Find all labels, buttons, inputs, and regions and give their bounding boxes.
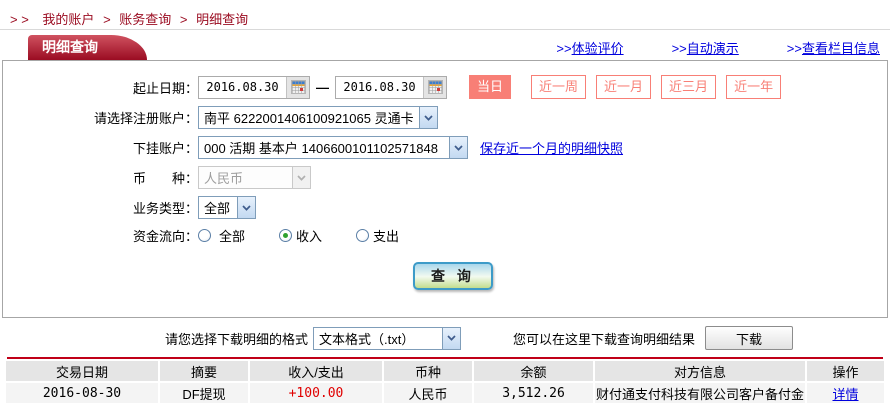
quick-range-today-button[interactable]: 当日	[469, 75, 511, 99]
dropdown-arrow-icon	[449, 137, 467, 158]
sub-account-select[interactable]: 000 活期 基本户 1406600101102571848	[198, 136, 468, 159]
download-row: 请您选择下载明细的格式 文本格式（.txt） 您可以在这里下载查询明细结果 下载	[0, 325, 890, 351]
link-view-column-info[interactable]: >>查看栏目信息	[787, 38, 880, 57]
breadcrumb-arrows: > >	[10, 12, 29, 27]
cell-counterparty: 财付通支付科技有限公司客户备付金	[595, 383, 805, 403]
column-header-balance: 余额	[474, 361, 593, 381]
currency-select: 人民币	[198, 166, 311, 189]
fund-flow-radio-all[interactable]: 全部	[198, 226, 245, 245]
radio-icon	[198, 229, 211, 242]
breadcrumb-item-detail-query[interactable]: 明细查询	[196, 12, 248, 27]
tab-detail-query[interactable]: 明细查询	[28, 35, 112, 60]
fund-flow-label: 资金流向：	[3, 226, 198, 245]
start-date-input[interactable]: 2016.08.30	[198, 76, 310, 99]
cell-currency: 人民币	[384, 383, 472, 403]
date-range-row: 起止日期： 2016.08.30 — 2016.08.30 当日 近一周 近一月…	[3, 75, 887, 99]
start-date-calendar-button[interactable]	[286, 77, 309, 98]
registered-account-select[interactable]: 南平 6222001406100921065 灵通卡	[198, 106, 438, 129]
dropdown-arrow-icon	[237, 197, 255, 218]
currency-row: 币 种： 人民币	[3, 166, 887, 189]
end-date-input[interactable]: 2016.08.30	[335, 76, 447, 99]
link-experience-review[interactable]: >>体验评价	[556, 38, 623, 57]
column-header-date: 交易日期	[6, 361, 158, 381]
dropdown-arrow-icon	[292, 167, 310, 188]
business-type-row: 业务类型： 全部	[3, 196, 887, 219]
column-header-action: 操作	[807, 361, 884, 381]
download-hint: 您可以在这里下载查询明细结果	[513, 329, 695, 348]
registered-account-row: 请选择注册账户： 南平 6222001406100921065 灵通卡	[3, 106, 887, 129]
download-format-select[interactable]: 文本格式（.txt）	[313, 327, 461, 350]
link-auto-demo[interactable]: >>自动演示	[672, 38, 739, 57]
column-header-amount: 收入/支出	[250, 361, 382, 381]
radio-checked-icon	[279, 229, 292, 242]
sub-account-row: 下挂账户： 000 活期 基本户 1406600101102571848 保存近…	[3, 136, 887, 159]
breadcrumb-separator: >	[180, 12, 188, 27]
download-format-label: 请您选择下载明细的格式	[165, 329, 308, 348]
query-button-row: 查 询	[3, 262, 887, 290]
cell-date: 2016-08-30	[6, 383, 158, 403]
download-button[interactable]: 下载	[705, 326, 793, 350]
fund-flow-radio-expense[interactable]: 支出	[356, 226, 399, 245]
radio-icon	[356, 229, 369, 242]
column-header-summary: 摘要	[160, 361, 248, 381]
cell-summary: DF提现	[160, 383, 248, 403]
breadcrumb: > > 我的账户 > 账务查询 > 明细查询	[0, 0, 890, 30]
breadcrumb-item-account-query[interactable]: 账务查询	[119, 12, 171, 27]
column-header-counterparty: 对方信息	[595, 361, 805, 381]
registered-account-label: 请选择注册账户：	[3, 108, 198, 127]
quick-range-week-button[interactable]: 近一周	[531, 75, 586, 99]
header-links: >>体验评价 >>自动演示 >>查看栏目信息	[556, 38, 880, 57]
table-row: 2016-08-30 DF提现 +100.00 人民币 3,512.26 财付通…	[6, 383, 884, 403]
quick-range-month-button[interactable]: 近一月	[596, 75, 651, 99]
transactions-table: 交易日期 摘要 收入/支出 币种 余额 对方信息 操作 2016-08-30 D…	[4, 359, 886, 405]
query-form-panel: 起止日期： 2016.08.30 — 2016.08.30 当日 近一周 近一月…	[2, 60, 888, 318]
end-date-calendar-button[interactable]	[423, 77, 446, 98]
column-header-currency: 币种	[384, 361, 472, 381]
detail-link[interactable]: 详情	[832, 387, 858, 402]
calendar-icon	[428, 80, 443, 94]
business-type-label: 业务类型：	[3, 198, 198, 217]
fund-flow-radio-group: 全部 收入 支出	[198, 226, 399, 245]
breadcrumb-item-my-account[interactable]: 我的账户	[42, 12, 94, 27]
date-range-separator: —	[316, 80, 329, 95]
cell-amount: +100.00	[250, 383, 382, 403]
fund-flow-radio-income[interactable]: 收入	[279, 226, 322, 245]
quick-range-year-button[interactable]: 近一年	[726, 75, 781, 99]
dropdown-arrow-icon	[442, 328, 460, 349]
query-button[interactable]: 查 询	[413, 262, 493, 290]
section-header: 明细查询 >>体验评价 >>自动演示 >>查看栏目信息	[0, 35, 890, 60]
date-range-label: 起止日期：	[3, 78, 198, 97]
dropdown-arrow-icon	[419, 107, 437, 128]
save-snapshot-link[interactable]: 保存近一个月的明细快照	[480, 138, 623, 157]
sub-account-label: 下挂账户：	[3, 138, 198, 157]
fund-flow-row: 资金流向： 全部 收入 支出	[3, 226, 887, 245]
cell-balance: 3,512.26	[474, 383, 593, 403]
table-header-row: 交易日期 摘要 收入/支出 币种 余额 对方信息 操作	[6, 361, 884, 381]
breadcrumb-separator: >	[103, 12, 111, 27]
quick-range-quarter-button[interactable]: 近三月	[661, 75, 716, 99]
business-type-select[interactable]: 全部	[198, 196, 256, 219]
currency-label: 币 种：	[3, 168, 198, 187]
calendar-icon	[291, 80, 306, 94]
